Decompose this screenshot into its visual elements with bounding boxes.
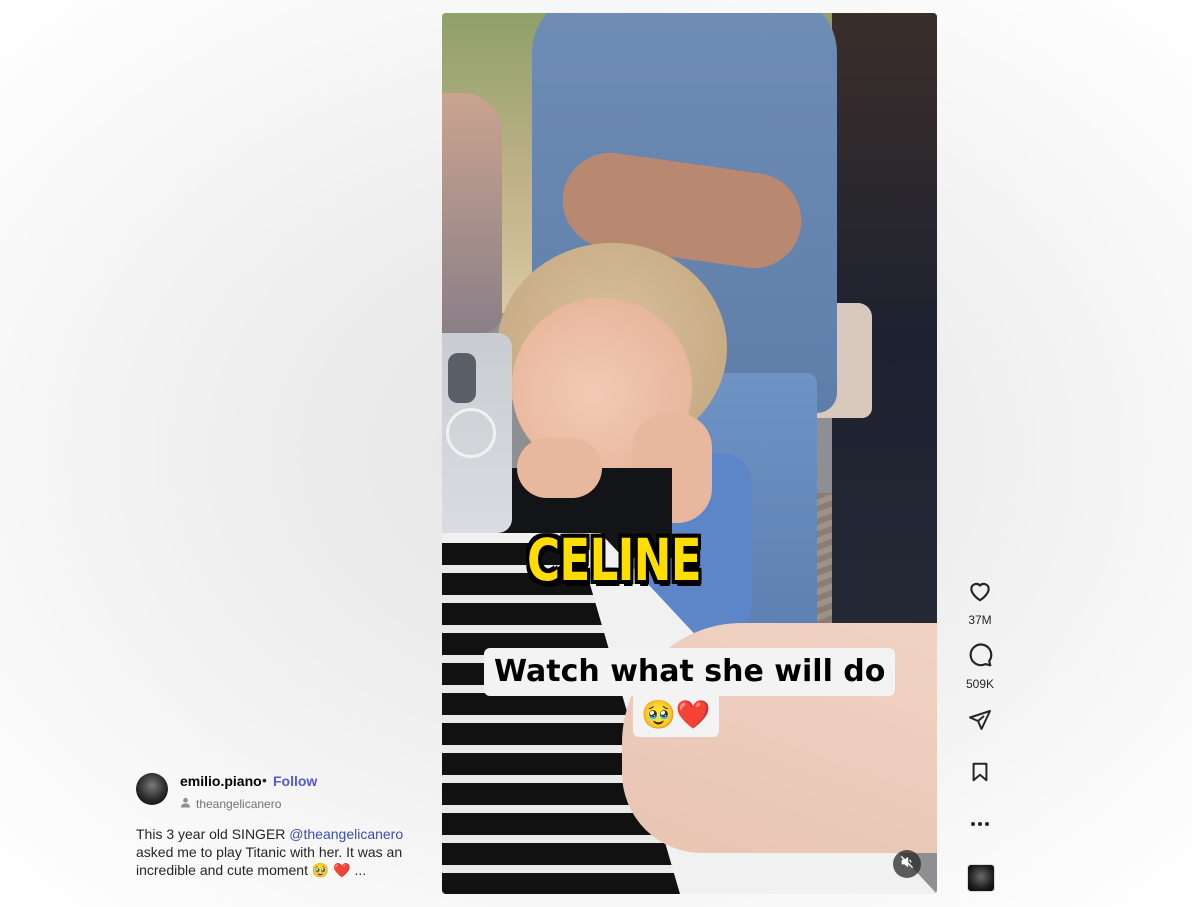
share-icon[interactable] <box>968 708 992 737</box>
more-action <box>955 816 1005 834</box>
comment-icon[interactable] <box>967 642 993 673</box>
mute-button[interactable] <box>893 850 921 878</box>
share-action <box>955 708 1005 737</box>
collaborator-row[interactable]: theangelicanero <box>180 795 281 813</box>
video-frame <box>442 13 937 894</box>
caption-title: CELINE <box>527 526 702 594</box>
like-count: 37M <box>968 613 992 627</box>
like-action: 37M <box>955 578 1005 627</box>
bystander-left <box>442 93 502 333</box>
caption-emoji: 🥹❤️ <box>633 693 719 737</box>
reel-video[interactable]: CELINE Watch what she will do 🥹❤️ <box>442 13 937 894</box>
muted-speaker-icon <box>900 855 914 874</box>
caption-text: Watch what she will do <box>484 648 896 696</box>
avatar[interactable] <box>136 773 168 805</box>
comment-count: 509K <box>965 677 995 691</box>
bookmark-icon[interactable] <box>969 760 991 789</box>
description-end: asked me to play Titanic with her. It wa… <box>136 844 403 878</box>
description-start: This 3 year old SINGER <box>136 826 290 842</box>
heart-icon[interactable] <box>967 578 993 609</box>
follow-button[interactable]: Follow <box>273 773 317 789</box>
phone-magsafe-ring <box>446 408 496 458</box>
username[interactable]: emilio.piano <box>180 773 262 789</box>
separator-dot: • <box>262 772 267 788</box>
comment-action: 509K <box>955 642 1005 691</box>
girl-hand-on-piano <box>517 438 602 498</box>
mention-link[interactable]: @theangelicanero <box>289 826 403 842</box>
phone-camera <box>448 353 476 403</box>
collaborator-name: theangelicanero <box>196 797 282 811</box>
audio-thumbnail[interactable] <box>967 864 995 892</box>
reel-page: CELINE Watch what she will do 🥹❤️ 37M 50… <box>0 0 1192 907</box>
more-options-icon[interactable] <box>969 816 991 834</box>
person-icon <box>180 795 191 813</box>
post-description: This 3 year old SINGER @theangelicanero … <box>136 825 416 879</box>
save-action <box>955 760 1005 789</box>
